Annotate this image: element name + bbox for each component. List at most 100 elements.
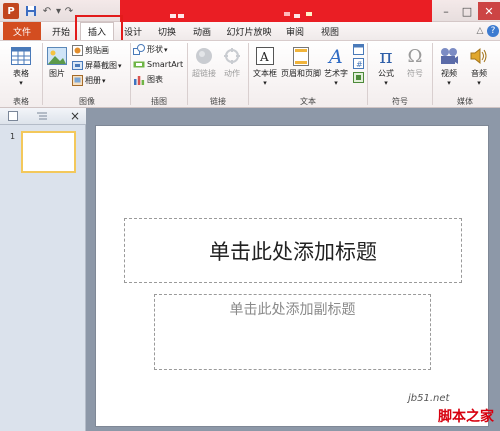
dropdown-icon: ▾	[19, 79, 23, 87]
group-label-image: 图像	[79, 97, 95, 106]
group-label-table: 表格	[13, 97, 29, 106]
chart-icon	[134, 76, 145, 85]
header-footer-label: 页眉和页脚	[281, 69, 321, 78]
pi-icon: π	[379, 44, 393, 68]
slide-number: 1	[10, 132, 16, 141]
screenshot-button[interactable]: 屏幕截图 ▾	[72, 59, 128, 72]
hyperlink-button[interactable]: 超链接	[190, 44, 218, 92]
group-label-links: 链接	[210, 97, 226, 106]
dropdown-icon: ▾	[334, 79, 338, 87]
svg-text:A: A	[259, 50, 269, 64]
tab-view[interactable]: 视图	[315, 22, 345, 40]
picture-icon	[45, 44, 69, 68]
dropdown-icon: ▾	[477, 79, 481, 87]
hyperlink-label: 超链接	[192, 69, 216, 78]
dropdown-icon: ▾	[118, 61, 122, 70]
outline-tab-icon[interactable]	[36, 111, 48, 121]
hyperlink-icon	[190, 44, 218, 68]
tab-slideshow[interactable]: 幻灯片放映	[224, 22, 274, 40]
svg-text:A: A	[327, 46, 343, 66]
group-label-illustrations: 插图	[151, 97, 167, 106]
action-label: 动作	[224, 69, 240, 78]
object-icon[interactable]	[353, 72, 365, 84]
picture-button[interactable]: 图片	[45, 44, 69, 92]
video-button[interactable]: 视频 ▾	[435, 44, 463, 92]
tab-file[interactable]: 文件	[3, 22, 41, 40]
chart-label: 图表	[147, 75, 163, 84]
album-label: 相册	[85, 76, 101, 85]
action-button[interactable]: 动作	[219, 44, 245, 92]
close-button[interactable]: ✕	[478, 2, 500, 20]
ribbon-collapse-icon[interactable]: △	[474, 22, 486, 40]
audio-button[interactable]: 音频 ▾	[465, 44, 493, 92]
save-icon[interactable]	[24, 3, 38, 19]
maximize-button[interactable]: □	[457, 2, 477, 20]
dropdown-icon: ▾	[102, 76, 106, 85]
group-label-text: 文本	[300, 97, 316, 106]
textbox-button[interactable]: A 文本框 ▾	[251, 44, 279, 92]
wordart-icon: A	[322, 44, 350, 68]
tab-home[interactable]: 开始	[46, 22, 76, 40]
table-button[interactable]: 表格 ▾	[4, 44, 38, 92]
symbol-button[interactable]: Ω 符号	[401, 44, 429, 92]
table-icon	[4, 44, 38, 68]
screenshot-icon	[72, 61, 83, 70]
dropdown-icon: ▾	[263, 79, 267, 87]
smartart-label: SmartArt	[147, 60, 184, 69]
group-label-symbols: 符号	[392, 97, 408, 106]
wordart-label: 艺术字	[324, 69, 348, 78]
speaker-icon	[465, 44, 493, 68]
smartart-icon	[133, 61, 145, 68]
equation-button[interactable]: π 公式 ▾	[372, 44, 400, 92]
tab-transitions[interactable]: 切换	[152, 22, 182, 40]
dropdown-icon: ▾	[447, 79, 451, 87]
screenshot-label: 屏幕截图	[85, 61, 117, 70]
window-title-area	[120, 0, 432, 22]
shapes-button[interactable]: 形状 ▾	[133, 43, 177, 56]
slide-number-icon[interactable]: #	[353, 58, 365, 70]
header-footer-button[interactable]: 页眉和页脚	[281, 44, 321, 92]
slide-thumbnail[interactable]	[21, 131, 76, 173]
table-label: 表格	[13, 69, 29, 78]
chart-button[interactable]: 图表	[133, 73, 173, 86]
clipart-icon	[72, 45, 83, 56]
action-icon	[219, 44, 245, 68]
undo-icon[interactable]: ↶	[40, 3, 54, 19]
powerpoint-app-icon[interactable]: P	[3, 3, 19, 19]
slides-tab-icon[interactable]	[8, 111, 18, 121]
redo-icon[interactable]: ↷	[63, 3, 75, 19]
dropdown-icon: ▾	[164, 45, 168, 54]
watermark-name: 脚本之家	[438, 409, 494, 425]
omega-icon: Ω	[407, 45, 423, 67]
title-placeholder[interactable]: 单击此处添加标题	[124, 218, 462, 283]
tab-review[interactable]: 审阅	[280, 22, 310, 40]
clipart-label: 剪贴画	[85, 46, 109, 55]
undo-dropdown-icon[interactable]: ▾	[55, 3, 62, 19]
textbox-label: 文本框	[253, 69, 277, 78]
symbol-label: 符号	[407, 69, 423, 78]
video-icon	[435, 44, 463, 68]
picture-label: 图片	[49, 69, 65, 78]
slides-panel-tabs: ×	[0, 108, 86, 125]
help-icon[interactable]: ?	[487, 25, 499, 37]
clipart-button[interactable]: 剪贴画	[72, 44, 122, 57]
group-label-media: 媒体	[457, 97, 473, 106]
dropdown-icon: ▾	[384, 79, 388, 87]
album-button[interactable]: 相册 ▾	[72, 74, 122, 87]
minimize-button[interactable]: –	[436, 2, 456, 20]
shapes-label: 形状	[147, 45, 163, 54]
audio-label: 音频	[471, 69, 487, 78]
album-icon	[72, 75, 83, 86]
wordart-button[interactable]: A 艺术字 ▾	[322, 44, 350, 92]
textbox-icon: A	[251, 44, 279, 68]
smartart-button[interactable]: SmartArt	[133, 58, 185, 71]
date-time-icon[interactable]	[353, 44, 365, 56]
close-panel-icon[interactable]: ×	[68, 108, 82, 124]
video-label: 视频	[441, 69, 457, 78]
header-footer-icon	[281, 44, 321, 68]
subtitle-placeholder[interactable]: 单击此处添加副标题	[154, 294, 431, 370]
shapes-icon	[133, 44, 145, 55]
watermark-url: jb51.net	[408, 393, 450, 404]
svg-text:#: #	[356, 60, 363, 69]
tab-animations[interactable]: 动画	[187, 22, 217, 40]
